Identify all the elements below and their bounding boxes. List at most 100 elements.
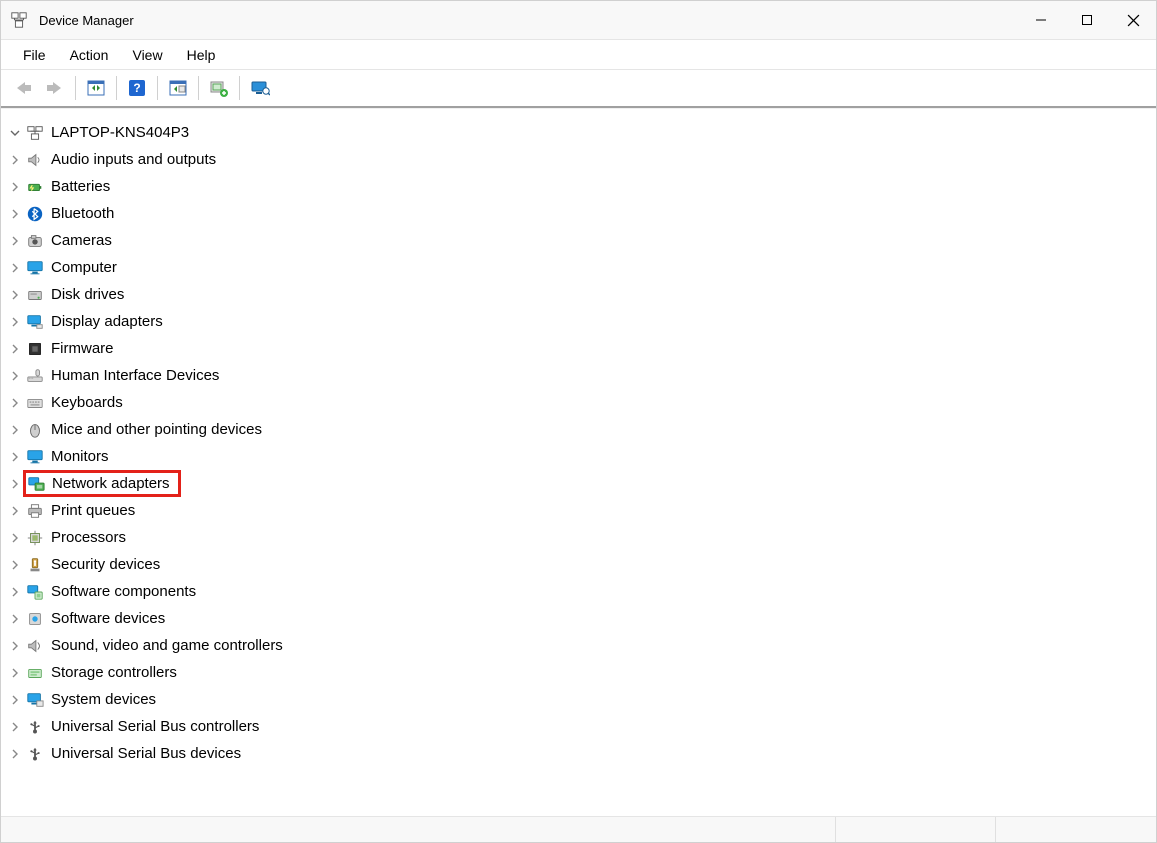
tree-root-node[interactable]: LAPTOP-KNS404P3 bbox=[7, 119, 1150, 146]
chevron-right-icon[interactable] bbox=[7, 206, 23, 222]
tree-node[interactable]: Network adapters bbox=[7, 470, 1150, 497]
chevron-right-icon[interactable] bbox=[7, 557, 23, 573]
tree-node-label: Disk drives bbox=[51, 286, 124, 303]
chevron-right-icon[interactable] bbox=[7, 665, 23, 681]
bluetooth-icon bbox=[25, 204, 45, 224]
firmware-icon bbox=[25, 339, 45, 359]
tree-node-label: Network adapters bbox=[52, 475, 170, 492]
tree-node[interactable]: Human Interface Devices bbox=[7, 362, 1150, 389]
back-button[interactable] bbox=[8, 74, 38, 102]
speaker-icon bbox=[25, 150, 45, 170]
toolbar-separator bbox=[198, 76, 199, 100]
tree-node[interactable]: Universal Serial Bus controllers bbox=[7, 713, 1150, 740]
tree-node[interactable]: Security devices bbox=[7, 551, 1150, 578]
chevron-right-icon[interactable] bbox=[7, 638, 23, 654]
mouse-icon bbox=[25, 420, 45, 440]
menu-file[interactable]: File bbox=[11, 43, 58, 67]
tree-node[interactable]: Display adapters bbox=[7, 308, 1150, 335]
chevron-right-icon[interactable] bbox=[7, 692, 23, 708]
chevron-right-icon[interactable] bbox=[7, 611, 23, 627]
tree-node[interactable]: Storage controllers bbox=[7, 659, 1150, 686]
tree-node[interactable]: Keyboards bbox=[7, 389, 1150, 416]
disk-icon bbox=[25, 285, 45, 305]
camera-icon bbox=[25, 231, 45, 251]
maximize-button[interactable] bbox=[1064, 1, 1110, 39]
tree-node-label: Software devices bbox=[51, 610, 165, 627]
tree-node-label: Firmware bbox=[51, 340, 114, 357]
tree-node[interactable]: Universal Serial Bus devices bbox=[7, 740, 1150, 767]
close-button[interactable] bbox=[1110, 1, 1156, 39]
chevron-right-icon[interactable] bbox=[7, 233, 23, 249]
tree-node[interactable]: Monitors bbox=[7, 443, 1150, 470]
tree-node[interactable]: Batteries bbox=[7, 173, 1150, 200]
tree-node-label: Print queues bbox=[51, 502, 135, 519]
chevron-right-icon[interactable] bbox=[7, 503, 23, 519]
tree-node-label: System devices bbox=[51, 691, 156, 708]
toolbar-separator bbox=[116, 76, 117, 100]
tree-node[interactable]: Disk drives bbox=[7, 281, 1150, 308]
software-device-icon bbox=[25, 609, 45, 629]
chevron-right-icon[interactable] bbox=[7, 476, 23, 492]
tree-node-label: Cameras bbox=[51, 232, 112, 249]
tree-node-label: Display adapters bbox=[51, 313, 163, 330]
battery-icon bbox=[25, 177, 45, 197]
tree-node[interactable]: System devices bbox=[7, 686, 1150, 713]
menu-help[interactable]: Help bbox=[175, 43, 228, 67]
help-button[interactable]: ? bbox=[122, 74, 152, 102]
forward-button[interactable] bbox=[40, 74, 70, 102]
menu-action[interactable]: Action bbox=[58, 43, 121, 67]
status-cell bbox=[1, 817, 836, 842]
chevron-down-icon[interactable] bbox=[7, 125, 23, 141]
chevron-right-icon[interactable] bbox=[7, 584, 23, 600]
window-title: Device Manager bbox=[39, 13, 134, 28]
chevron-right-icon[interactable] bbox=[7, 395, 23, 411]
toolbar-separator bbox=[239, 76, 240, 100]
chevron-right-icon[interactable] bbox=[7, 368, 23, 384]
chevron-right-icon[interactable] bbox=[7, 422, 23, 438]
tree-node-label: Universal Serial Bus controllers bbox=[51, 718, 259, 735]
tree-node[interactable]: Sound, video and game controllers bbox=[7, 632, 1150, 659]
tree-node-label: Batteries bbox=[51, 178, 110, 195]
usb-icon bbox=[25, 717, 45, 737]
chevron-right-icon[interactable] bbox=[7, 260, 23, 276]
chevron-right-icon[interactable] bbox=[7, 152, 23, 168]
tree-node[interactable]: Processors bbox=[7, 524, 1150, 551]
menu-view[interactable]: View bbox=[120, 43, 174, 67]
chevron-right-icon[interactable] bbox=[7, 719, 23, 735]
add-legacy-hardware-button[interactable] bbox=[204, 74, 234, 102]
tree-node[interactable]: Cameras bbox=[7, 227, 1150, 254]
tree-node[interactable]: Firmware bbox=[7, 335, 1150, 362]
chevron-right-icon[interactable] bbox=[7, 287, 23, 303]
monitor-icon bbox=[25, 447, 45, 467]
tree-node[interactable]: Print queues bbox=[7, 497, 1150, 524]
tree-node-label: Computer bbox=[51, 259, 117, 276]
chevron-right-icon[interactable] bbox=[7, 341, 23, 357]
menubar: File Action View Help bbox=[1, 39, 1156, 69]
device-tree[interactable]: LAPTOP-KNS404P3 Audio inputs and outputs… bbox=[1, 108, 1156, 816]
tree-node[interactable]: Software components bbox=[7, 578, 1150, 605]
tree-node[interactable]: Bluetooth bbox=[7, 200, 1150, 227]
toolbar: ? bbox=[1, 69, 1156, 108]
tree-node[interactable]: Mice and other pointing devices bbox=[7, 416, 1150, 443]
keyboard-icon bbox=[25, 393, 45, 413]
tree-node[interactable]: Software devices bbox=[7, 605, 1150, 632]
chevron-right-icon[interactable] bbox=[7, 746, 23, 762]
tree-node-label: Sound, video and game controllers bbox=[51, 637, 283, 654]
minimize-button[interactable] bbox=[1018, 1, 1064, 39]
sound-controller-icon bbox=[25, 636, 45, 656]
tree-node[interactable]: Computer bbox=[7, 254, 1150, 281]
tree-node[interactable]: Audio inputs and outputs bbox=[7, 146, 1150, 173]
show-hide-console-tree-button[interactable] bbox=[81, 74, 111, 102]
app-icon bbox=[9, 10, 29, 30]
chevron-right-icon[interactable] bbox=[7, 530, 23, 546]
chevron-right-icon[interactable] bbox=[7, 179, 23, 195]
network-adapter-icon bbox=[26, 474, 46, 494]
tree-node-label: Security devices bbox=[51, 556, 160, 573]
tree-node-label: Bluetooth bbox=[51, 205, 114, 222]
svg-text:?: ? bbox=[133, 81, 140, 95]
chevron-right-icon[interactable] bbox=[7, 314, 23, 330]
tree-node-label: Storage controllers bbox=[51, 664, 177, 681]
scan-hardware-button[interactable] bbox=[163, 74, 193, 102]
connect-remote-computer-button[interactable] bbox=[245, 74, 275, 102]
chevron-right-icon[interactable] bbox=[7, 449, 23, 465]
